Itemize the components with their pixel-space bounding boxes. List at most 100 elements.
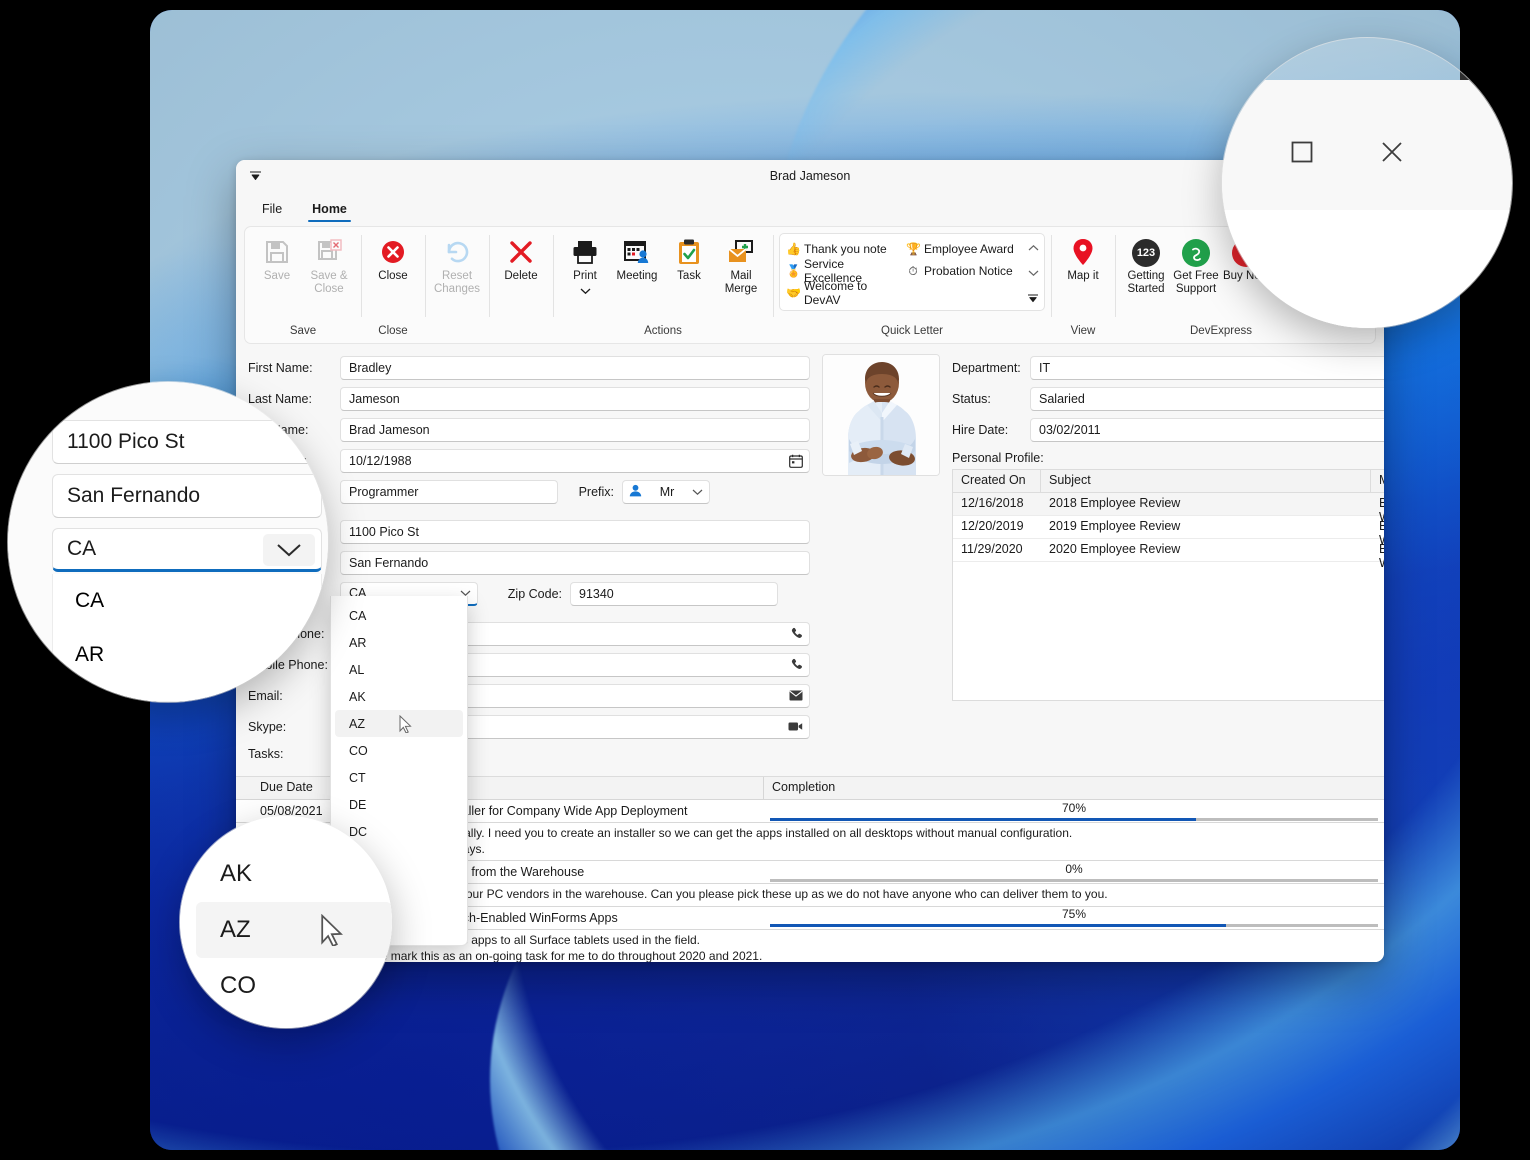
chevron-down-icon[interactable]	[692, 485, 703, 499]
meeting-button[interactable]: Meeting	[611, 233, 663, 299]
task-button[interactable]: Task	[663, 233, 715, 299]
callout-option-az: AZ	[196, 902, 392, 958]
hire-date-input[interactable]: 03/02/2011	[1030, 418, 1384, 442]
gallery-dropdown-icon[interactable]	[1027, 292, 1039, 306]
personal-profile-label: Personal Profile:	[952, 451, 1384, 465]
get-free-support-button[interactable]: Get Free Support	[1171, 235, 1221, 296]
reset-changes-button[interactable]: Reset Changes	[431, 233, 483, 299]
ribbon-group-view: Map it View	[1051, 227, 1115, 343]
city-input[interactable]: San Fernando	[340, 551, 810, 575]
print-button-label: Print	[573, 270, 597, 283]
state-option-co[interactable]: CO	[335, 737, 463, 764]
prefix-value: Mr	[648, 485, 686, 499]
column-header-manager[interactable]: Manager	[1371, 470, 1384, 492]
tab-home[interactable]: Home	[300, 200, 359, 222]
status-combobox[interactable]: Salaried	[1030, 387, 1384, 411]
save-button[interactable]: Save	[251, 233, 303, 299]
get-free-support-label: Get Free Support	[1171, 270, 1221, 296]
map-it-button-label: Map it	[1067, 270, 1098, 283]
full-name-input[interactable]: Brad Jameson	[340, 418, 810, 442]
full-name-value: Brad Jameson	[349, 423, 430, 437]
close-button[interactable]: Close	[367, 233, 419, 299]
cell-subject: 2020 Employee Review	[1041, 539, 1371, 561]
ribbon-group-label-view: View	[1053, 325, 1113, 343]
zip-input[interactable]: 91340	[570, 582, 778, 606]
birth-date-value: 10/12/1988	[349, 454, 412, 468]
person-icon	[629, 484, 642, 500]
first-name-input[interactable]: Bradley	[340, 356, 810, 380]
chevron-down-icon[interactable]	[580, 286, 591, 299]
state-option-ct[interactable]: CT	[335, 764, 463, 791]
table-row[interactable]: 12/20/2019 2019 Employee Review Brett Wa…	[953, 516, 1384, 539]
table-row[interactable]: 11/29/2020 2020 Employee Review Brett Wa…	[953, 539, 1384, 562]
progress-bar: 0%	[768, 861, 1380, 884]
address-input[interactable]: 1100 Pico St	[340, 520, 810, 544]
calendar-icon[interactable]	[789, 450, 803, 472]
ribbon-group-reset: Reset Changes	[425, 227, 489, 343]
callout-address-field: 1100 Pico St	[52, 420, 322, 464]
ribbon-group-close: Close Close	[361, 227, 425, 343]
mail-merge-button[interactable]: Mail Merge	[715, 233, 767, 299]
delete-button[interactable]: Delete	[495, 233, 547, 299]
state-option-de[interactable]: DE	[335, 791, 463, 818]
state-option-ak[interactable]: AK	[335, 683, 463, 710]
field-department: Department: IT	[952, 354, 1384, 381]
getting-started-button[interactable]: 123 Getting Started	[1121, 235, 1171, 296]
last-name-input[interactable]: Jameson	[340, 387, 810, 411]
stopwatch-icon: ⏱	[906, 265, 920, 277]
cell-created-on: 12/16/2018	[953, 493, 1041, 515]
chevron-down-icon[interactable]	[1028, 266, 1039, 280]
cell-manager: Brett Wade	[1371, 539, 1384, 561]
mail-merge-button-label: Mail Merge	[717, 270, 765, 296]
field-title-prefix: Title: Programmer Prefix: Mr	[248, 478, 810, 505]
prefix-label: Prefix:	[558, 485, 622, 499]
print-button[interactable]: Print	[559, 233, 611, 299]
callout-city-value: San Fernando	[67, 484, 200, 508]
phone-icon[interactable]	[790, 654, 803, 676]
ribbon-tabs: File Home	[236, 192, 1384, 222]
tab-file[interactable]: File	[250, 200, 294, 222]
zip-value: 91340	[579, 587, 614, 601]
callout-state-field: CA	[52, 528, 322, 572]
prefix-combobox[interactable]: Mr	[622, 480, 710, 504]
chevron-up-icon[interactable]	[1028, 240, 1039, 254]
callout-state-value: CA	[67, 537, 96, 561]
state-option-al[interactable]: AL	[335, 656, 463, 683]
video-camera-icon[interactable]	[788, 716, 803, 738]
trophy-icon: 🏆	[906, 243, 920, 255]
envelope-icon[interactable]	[789, 685, 803, 707]
column-header-created-on[interactable]: Created On	[953, 470, 1041, 492]
ribbon-group-label-save: Save	[247, 325, 359, 343]
state-option-ca[interactable]: CA	[335, 602, 463, 629]
hire-date-label: Hire Date:	[952, 423, 1030, 437]
first-name-value: Bradley	[349, 361, 391, 375]
customize-quick-access-toolbar-icon[interactable]	[244, 166, 266, 186]
column-header-completion[interactable]: Completion	[764, 777, 1384, 799]
quick-letter-item-probation-notice[interactable]: ⏱ Probation Notice	[904, 260, 1024, 282]
personal-profile-header: Created On Subject Manager	[953, 470, 1384, 493]
save-and-close-button[interactable]: Save & Close	[303, 233, 355, 299]
table-row[interactable]: 12/16/2018 2018 Employee Review Brett Wa…	[953, 493, 1384, 516]
medal-icon: 🏅	[786, 265, 800, 277]
field-hire-date: Hire Date: 03/02/2011	[952, 416, 1384, 443]
cell-created-on: 11/29/2020	[953, 539, 1041, 561]
skype-label: Skype:	[248, 720, 340, 734]
callout-minimize-icon	[1222, 132, 1232, 172]
progress-bar: 75%	[768, 906, 1380, 929]
state-option-az[interactable]: AZ	[335, 710, 463, 737]
state-option-ar[interactable]: AR	[335, 629, 463, 656]
column-header-subject[interactable]: Subject	[1041, 470, 1371, 492]
handshake-icon: 🤝	[786, 287, 800, 299]
birth-date-input[interactable]: 10/12/1988	[340, 449, 810, 473]
address-value: 1100 Pico St	[349, 525, 419, 539]
quick-letter-item-employee-award[interactable]: 🏆 Employee Award	[904, 238, 1024, 260]
task-button-label: Task	[677, 270, 701, 283]
window-title: Brad Jameson	[770, 169, 851, 183]
quick-letter-item-welcome-to-devav[interactable]: 🤝 Welcome to DevAV	[784, 282, 904, 304]
department-combobox[interactable]: IT	[1030, 356, 1384, 380]
title-input[interactable]: Programmer	[340, 480, 558, 504]
first-name-label: First Name:	[248, 361, 340, 375]
ribbon-group-quick-letter: 👍 Thank you note 🏆 Employee Award 🏅 Serv…	[773, 227, 1051, 343]
map-it-button[interactable]: Map it	[1057, 233, 1109, 299]
phone-icon[interactable]	[790, 623, 803, 645]
